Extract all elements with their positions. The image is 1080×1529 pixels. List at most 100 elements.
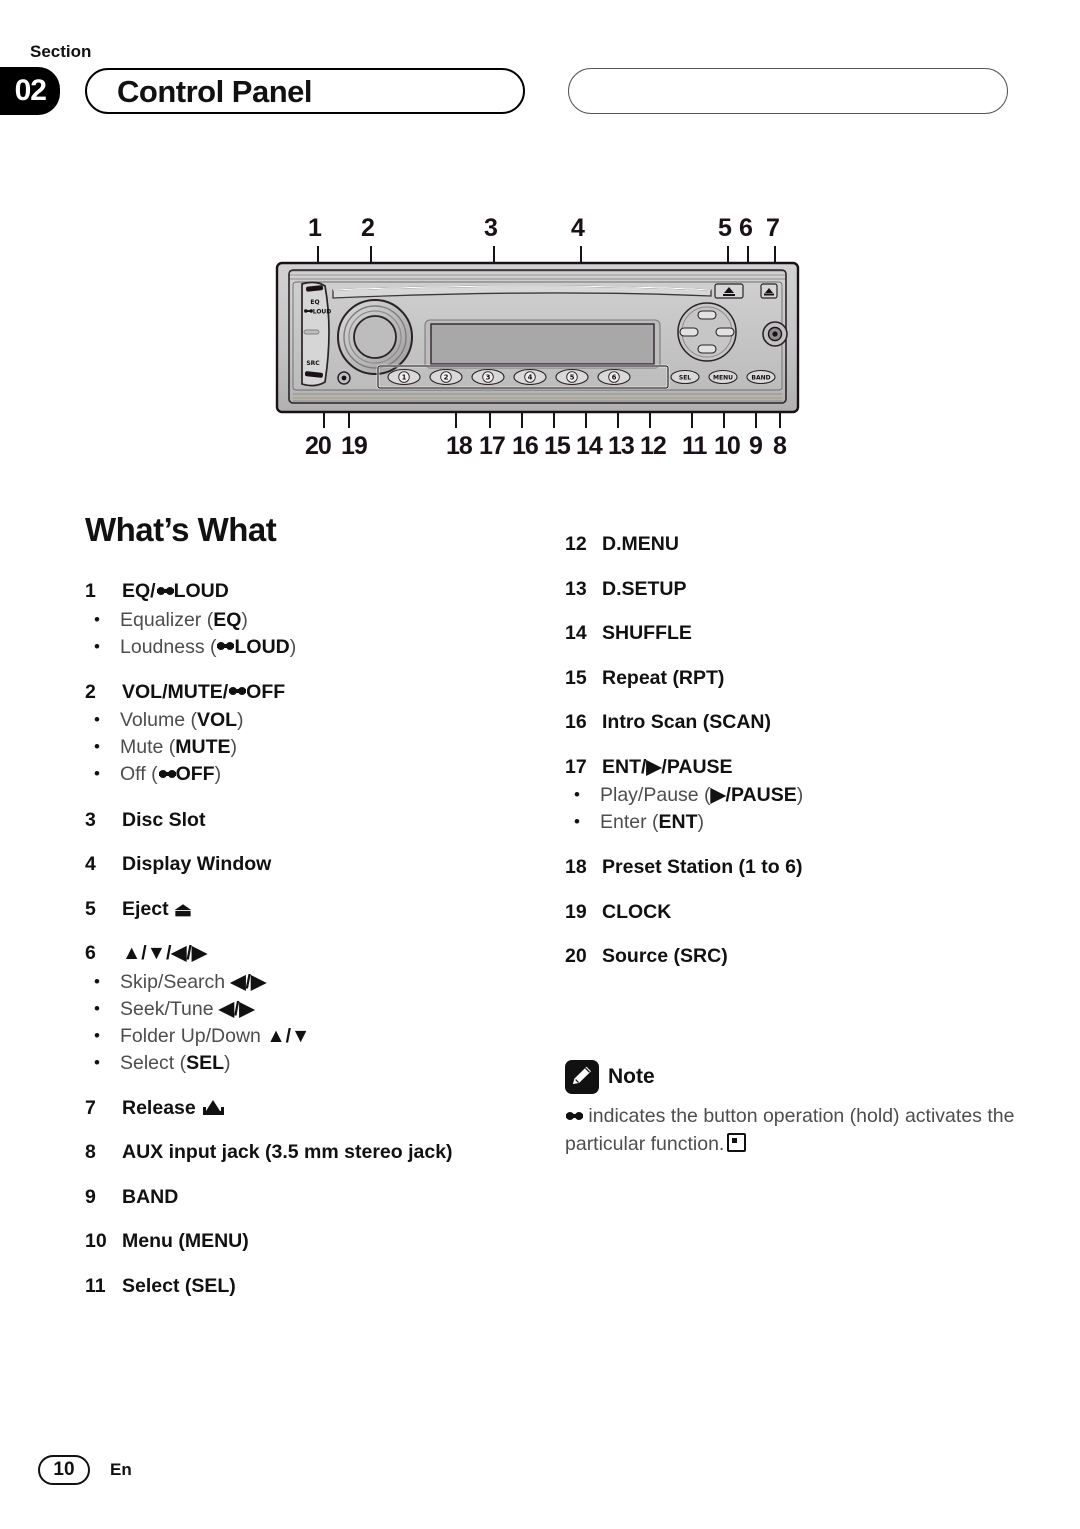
list-item: 17 ENT/▶/PAUSE • Play/Pause (▶/PAUSE) • Enter… xyxy=(565,736,1025,837)
diagram-callout-12: 12 xyxy=(640,432,667,460)
list-item: 9 BAND xyxy=(85,1166,555,1211)
hold-symbol-icon xyxy=(217,642,235,652)
item-heading: 11 Select (SEL) xyxy=(85,1255,555,1300)
item-number: 19 xyxy=(565,900,587,923)
whats-what-heading: What’s What xyxy=(85,511,277,548)
item-number: 18 xyxy=(565,856,587,879)
list-item: 5 Eject ⏏ xyxy=(85,878,555,923)
item-label: D.MENU xyxy=(602,533,679,555)
item-number: 2 xyxy=(85,680,96,703)
sub-list-item: • Mute (MUTE) xyxy=(85,734,555,761)
item-number: 6 xyxy=(85,942,96,965)
note-label: Note xyxy=(608,1065,655,1088)
sub-list-text: Select (SEL) xyxy=(120,1051,231,1074)
svg-text:3: 3 xyxy=(486,374,491,382)
header-right-pill xyxy=(568,68,1008,114)
svg-text:MENU: MENU xyxy=(713,374,733,381)
diagram-callout-5: 5 xyxy=(718,214,732,242)
item-heading: 16 Intro Scan (SCAN) xyxy=(565,691,1025,736)
sub-list-item: • Seek/Tune ◀/▶ xyxy=(85,996,555,1023)
item-label: ENT/▶/PAUSE xyxy=(602,755,733,778)
sub-list-item: • Select (SEL) xyxy=(85,1050,555,1077)
item-number: 7 xyxy=(85,1096,96,1119)
item-number: 5 xyxy=(85,897,96,920)
sub-list: • Play/Pause (▶/PAUSE) • Enter (ENT) xyxy=(565,782,1025,836)
item-heading: 7 Release xyxy=(85,1077,555,1122)
list-item: 18 Preset Station (1 to 6) xyxy=(565,836,1025,881)
sub-list: • Skip/Search ◀/▶ • Seek/Tune ◀/▶ • Folder Up… xyxy=(85,969,555,1077)
diagram-callout-10: 10 xyxy=(714,432,741,460)
diagram-callout-3: 3 xyxy=(484,214,498,242)
right-item-column: 12 D.MENU 13 D.SETUP 14 SHUFFLE 15 Repeat (RPT)… xyxy=(565,513,1025,970)
sub-list-item: • Skip/Search ◀/▶ xyxy=(85,969,555,996)
item-heading: 19 CLOCK xyxy=(565,881,1025,926)
svg-text:5: 5 xyxy=(570,374,575,382)
item-label: CLOCK xyxy=(602,900,672,923)
note-text: indicates the button operation (hold) ac… xyxy=(565,1103,1020,1158)
hold-symbol-icon xyxy=(229,687,247,697)
diagram-callout-11: 11 xyxy=(682,432,707,460)
item-number: 20 xyxy=(565,945,587,968)
diagram-callout-16: 16 xyxy=(512,432,539,460)
item-label: AUX input jack (3.5 mm stereo jack) xyxy=(122,1141,453,1164)
page-title-pill: Control Panel xyxy=(85,68,525,114)
list-item: 20 Source (SRC) xyxy=(565,925,1025,970)
item-heading: 14 SHUFFLE xyxy=(565,602,1025,647)
sub-list-text: Off (OFF) xyxy=(120,763,222,786)
item-label: Select (SEL) xyxy=(122,1275,236,1297)
item-label: Source (SRC) xyxy=(602,945,728,968)
item-heading: 4 Display Window xyxy=(85,833,555,878)
list-item: 11 Select (SEL) xyxy=(85,1255,555,1300)
item-label: ▲/▼/◀/▶ xyxy=(122,942,207,965)
item-label: Preset Station (1 to 6) xyxy=(602,856,803,879)
diagram-callout-19: 19 xyxy=(341,432,368,460)
item-label: Display Window xyxy=(122,853,272,876)
left-item-column: 1 EQ/LOUD • Equalizer (EQ) • Loudness (LOUD) 2… xyxy=(85,560,555,1300)
item-number: 15 xyxy=(565,666,587,689)
bullet-icon: • xyxy=(94,971,100,991)
sub-list-item: • Volume (VOL) xyxy=(85,707,555,734)
bullet-icon: • xyxy=(94,998,100,1018)
note-sentence: indicates the button operation (hold) ac… xyxy=(565,1105,1015,1155)
svg-text:2: 2 xyxy=(444,374,449,382)
bullet-icon: • xyxy=(94,1052,100,1072)
diagram-callout-15: 15 xyxy=(544,432,571,460)
item-label: EQ/LOUD xyxy=(122,580,229,602)
svg-text:BAND: BAND xyxy=(751,374,770,381)
item-number: 13 xyxy=(565,577,587,600)
item-heading: 9 BAND xyxy=(85,1166,555,1211)
diagram-callout-14: 14 xyxy=(576,432,603,460)
diagram-callout-9: 9 xyxy=(749,432,763,460)
hold-symbol-icon xyxy=(158,769,176,779)
diagram-callout-1: 1 xyxy=(308,214,322,242)
svg-text:SRC: SRC xyxy=(306,360,320,367)
sub-list-item: • Enter (ENT) xyxy=(565,809,1025,836)
item-number: 10 xyxy=(85,1230,107,1253)
bullet-icon: • xyxy=(94,737,100,757)
svg-text:LOUD: LOUD xyxy=(313,308,332,315)
item-number: 4 xyxy=(85,853,96,876)
sub-list-text: Equalizer (EQ) xyxy=(120,608,248,631)
head-unit-illustration: EQ LOUD SRC 1 2 3 4 5 6 SEL MENU BAND xyxy=(275,261,800,414)
item-heading: 8 AUX input jack (3.5 mm stereo jack) xyxy=(85,1121,555,1166)
item-number: 9 xyxy=(85,1185,96,1208)
bullet-icon: • xyxy=(94,764,100,784)
list-item: 15 Repeat (RPT) xyxy=(565,647,1025,692)
item-number: 11 xyxy=(85,1275,106,1297)
section-number-badge: 02 xyxy=(0,67,60,115)
svg-text:EQ: EQ xyxy=(310,299,319,306)
item-heading: 20 Source (SRC) xyxy=(565,925,1025,970)
list-item: 13 D.SETUP xyxy=(565,558,1025,603)
sub-list-text: Play/Pause (▶/PAUSE) xyxy=(600,784,804,807)
item-number: 17 xyxy=(565,755,587,778)
bullet-icon: • xyxy=(94,1025,100,1045)
item-heading: 10 Menu (MENU) xyxy=(85,1210,555,1255)
pencil-icon xyxy=(565,1060,599,1094)
diagram-callout-6: 6 xyxy=(739,214,753,242)
sub-list-item: • Folder Up/Down ▲/▼ xyxy=(85,1023,555,1050)
sub-list-text: Folder Up/Down ▲/▼ xyxy=(120,1024,311,1047)
section-word: Section xyxy=(30,42,92,61)
sub-list: • Equalizer (EQ) • Loudness (LOUD) xyxy=(85,607,555,661)
end-mark-icon xyxy=(727,1132,747,1152)
item-heading: 13 D.SETUP xyxy=(565,558,1025,603)
